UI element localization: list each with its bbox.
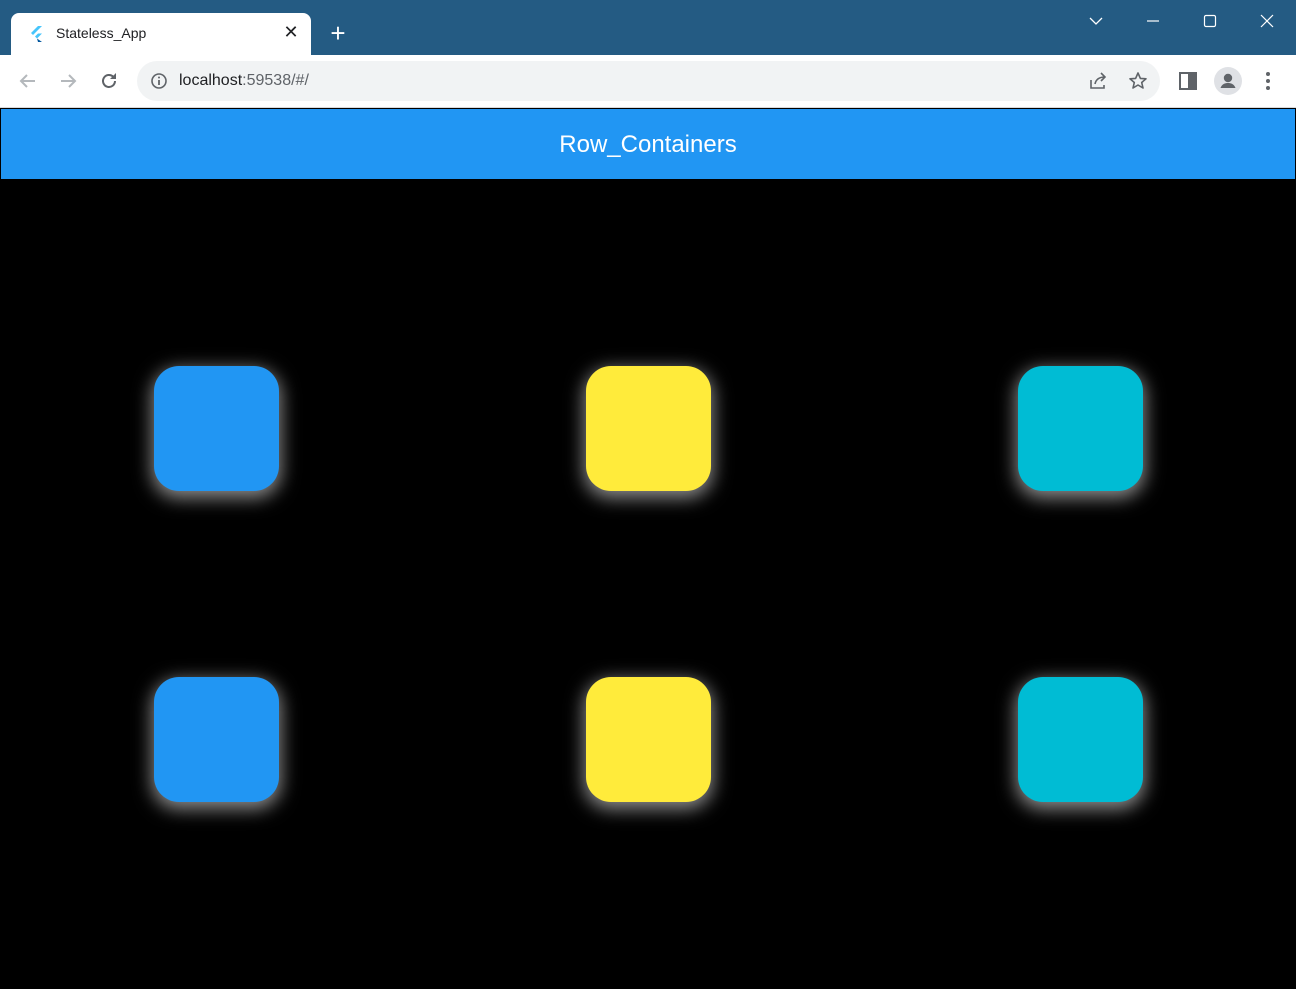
browser-tab[interactable]: Stateless_App ✕ xyxy=(11,13,311,55)
arrow-right-icon[interactable] xyxy=(56,69,80,93)
chevron-down-icon[interactable] xyxy=(1076,8,1116,34)
blue-container xyxy=(154,366,279,491)
new-tab-button[interactable]: + xyxy=(326,20,350,46)
info-icon[interactable] xyxy=(150,72,168,95)
yellow-container xyxy=(586,366,711,491)
browser-toolbar: localhost:59538/#/ xyxy=(0,55,1296,108)
address-bar[interactable]: localhost:59538/#/ xyxy=(137,61,1160,101)
maximize-icon[interactable] xyxy=(1190,8,1230,34)
cyan-container xyxy=(1018,677,1143,802)
tab-close-button[interactable]: ✕ xyxy=(281,22,301,42)
yellow-container xyxy=(586,677,711,802)
browser-tab-strip: Stateless_App ✕ + xyxy=(0,0,1296,55)
reload-icon[interactable] xyxy=(97,69,121,93)
arrow-left-icon[interactable] xyxy=(16,69,40,93)
share-icon[interactable] xyxy=(1088,71,1108,91)
url-path: :59538/#/ xyxy=(242,72,309,89)
app-bar-title: Row_Containers xyxy=(559,131,737,158)
cyan-container xyxy=(1018,366,1143,491)
tab-title: Stateless_App xyxy=(56,25,147,41)
url-host: localhost xyxy=(179,72,243,89)
close-icon[interactable] xyxy=(1247,8,1287,34)
flutter-icon xyxy=(29,26,43,42)
kebab-menu-icon[interactable] xyxy=(1256,69,1280,93)
profile-icon[interactable] xyxy=(1214,67,1242,95)
app-bar: Row_Containers xyxy=(1,109,1295,179)
minimize-icon[interactable] xyxy=(1133,8,1173,34)
side-panel-icon[interactable] xyxy=(1176,69,1200,93)
url-text[interactable]: localhost:59538/#/ xyxy=(179,72,309,90)
app-body xyxy=(1,179,1295,988)
blue-container xyxy=(154,677,279,802)
star-icon[interactable] xyxy=(1128,71,1148,91)
